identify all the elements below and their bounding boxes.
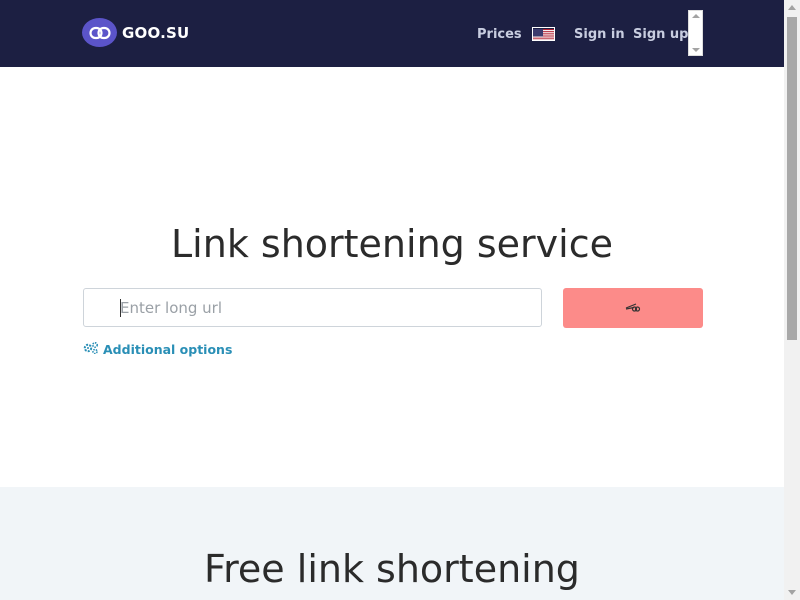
free-shortening-section: Free link shortening [0,487,784,600]
nav-mini-scrollbar[interactable] [688,10,703,56]
window-scrollbar[interactable] [784,0,800,600]
nav-sign-up-link[interactable]: Sign up [633,27,688,42]
chain-link-icon [82,18,117,47]
nav-sign-in-link[interactable]: Sign in [574,27,625,42]
additional-options-link[interactable]: Additional options [83,341,233,357]
scissors-icon [625,300,641,317]
shorten-link-button[interactable] [563,288,703,328]
free-section-title: Free link shortening [204,547,580,591]
us-flag-icon[interactable] [532,27,555,41]
scroll-up-arrow-icon[interactable] [788,5,796,10]
nav-prices-link[interactable]: Prices [477,27,522,42]
text-caret [120,299,121,317]
additional-options-label: Additional options [103,342,233,357]
top-navbar: GOO.SU Prices Sign in Sign up [0,0,784,67]
scroll-down-arrow-icon[interactable] [788,590,796,595]
hero-title: Link shortening service [171,222,613,266]
brand-logo[interactable]: GOO.SU [82,18,189,47]
scrollbar-thumb[interactable] [787,17,797,340]
long-url-input[interactable] [83,288,542,327]
gears-icon [83,341,103,357]
scroll-down-arrow-icon[interactable] [692,48,700,52]
scroll-up-arrow-icon[interactable] [692,14,700,18]
page: GOO.SU Prices Sign in Sign up Link short… [0,0,784,600]
brand-name: GOO.SU [122,23,190,42]
